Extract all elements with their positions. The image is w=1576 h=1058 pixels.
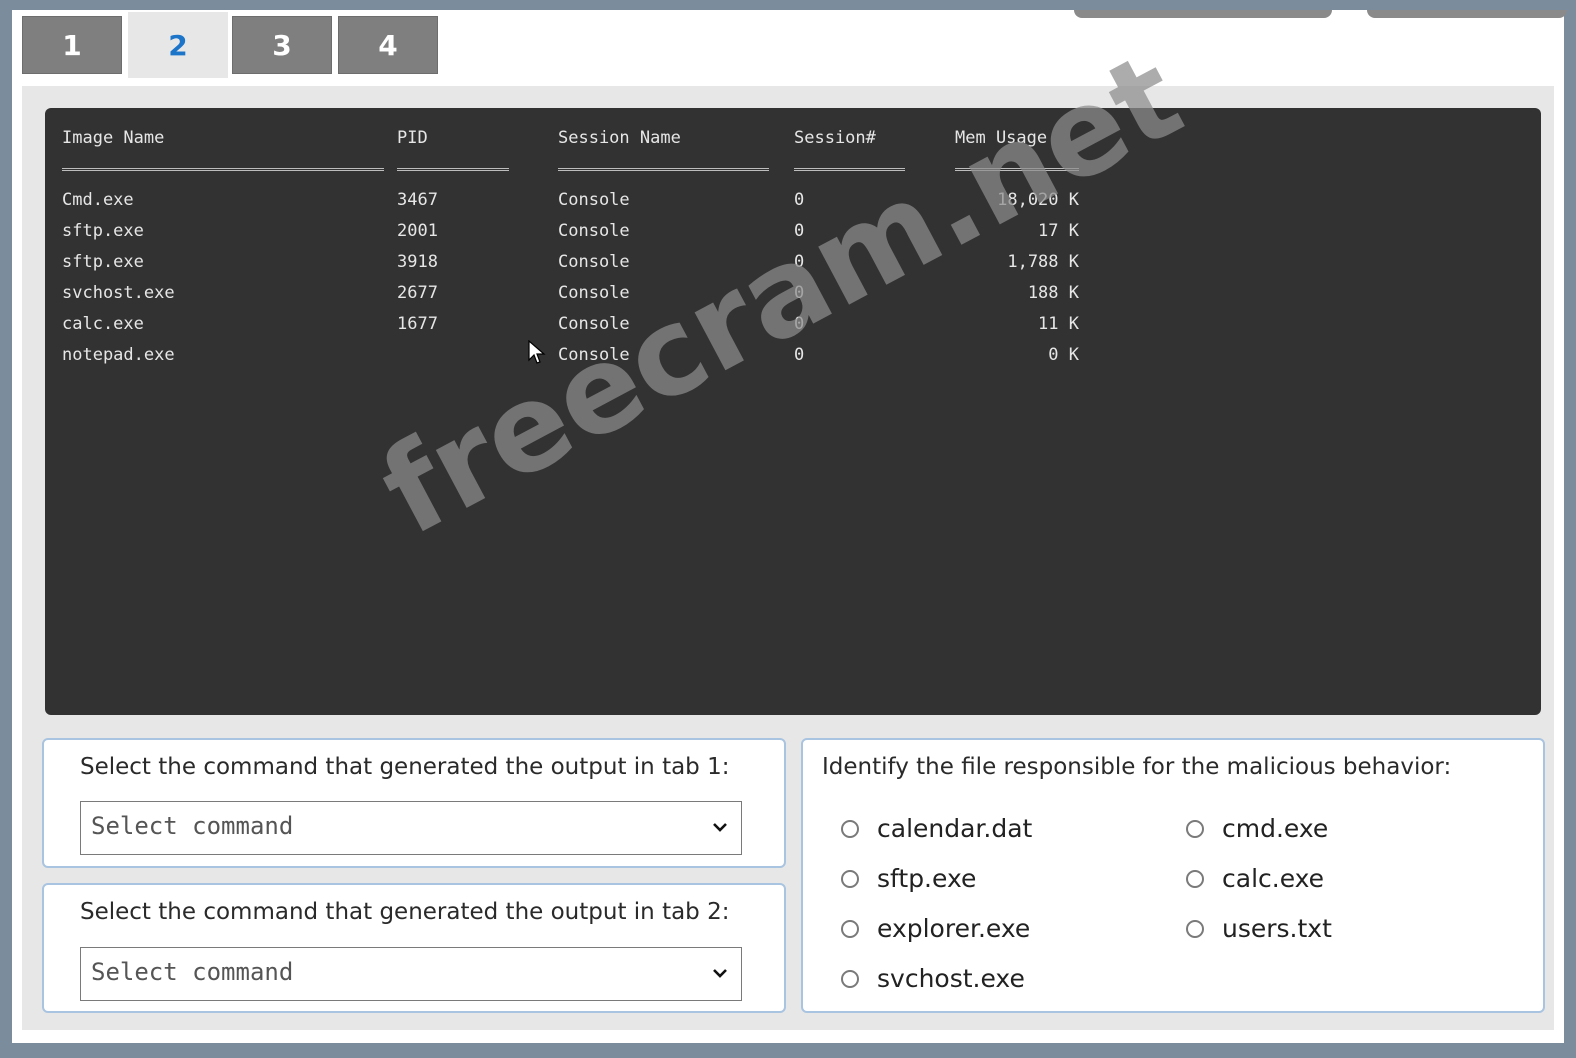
radio-button[interactable]	[1186, 869, 1204, 888]
option-cmd-exe[interactable]: cmd.exe	[1186, 814, 1328, 843]
row-pid: 3467	[397, 190, 438, 210]
row-session-name: Console	[558, 314, 630, 334]
header-pid: PID	[397, 128, 428, 148]
radio-button[interactable]	[841, 819, 859, 838]
option-calc-exe[interactable]: calc.exe	[1186, 864, 1324, 893]
option-label: users.txt	[1222, 914, 1332, 943]
separator	[794, 168, 905, 171]
row-pid: 2677	[397, 283, 438, 303]
option-svchost-exe[interactable]: svchost.exe	[841, 964, 1025, 993]
row-session-num: 0	[794, 252, 805, 272]
header-session-name: Session Name	[558, 128, 681, 148]
option-label: calc.exe	[1222, 864, 1325, 893]
header-image-name: Image Name	[62, 128, 165, 148]
separator	[62, 168, 384, 171]
question-1-panel: Select the command that generated the ou…	[42, 738, 786, 868]
select-value: Select command	[91, 958, 294, 986]
option-label: calendar.dat	[877, 814, 1033, 843]
radio-button[interactable]	[1186, 819, 1204, 838]
top-control-right[interactable]	[1367, 10, 1567, 18]
option-label: svchost.exe	[877, 964, 1025, 993]
radio-button[interactable]	[841, 919, 859, 938]
separator	[558, 168, 769, 171]
row-image: svchost.exe	[62, 283, 175, 303]
row-session-num: 0	[794, 190, 805, 210]
row-mem: 1,788 K	[1007, 252, 1079, 272]
row-session-name: Console	[558, 252, 630, 272]
row-session-num: 0	[794, 314, 805, 334]
row-pid: 3918	[397, 252, 438, 272]
header-mem-usage: Mem Usage	[955, 128, 1048, 148]
option-label: cmd.exe	[1222, 814, 1329, 843]
question-3-panel: Identify the file responsible for the ma…	[801, 738, 1545, 1013]
tab-1[interactable]: 1	[22, 16, 122, 74]
row-pid: 2001	[397, 221, 438, 241]
row-pid: 1677	[397, 314, 438, 334]
question-2-prompt: Select the command that generated the ou…	[80, 899, 730, 925]
radio-button[interactable]	[841, 869, 859, 888]
tab-4[interactable]: 4	[338, 16, 438, 74]
question-3-prompt: Identify the file responsible for the ma…	[822, 754, 1452, 780]
option-label: sftp.exe	[877, 864, 977, 893]
mouse-pointer-icon	[528, 339, 546, 370]
row-session-num: 0	[794, 283, 805, 303]
terminal-output: Image Name PID Session Name Session# Mem…	[45, 108, 1541, 715]
option-label: explorer.exe	[877, 914, 1031, 943]
row-session-name: Console	[558, 283, 630, 303]
chevron-down-icon	[711, 814, 729, 846]
header-session-num: Session#	[794, 128, 876, 148]
separator	[955, 168, 1079, 171]
question-2-panel: Select the command that generated the ou…	[42, 883, 786, 1013]
row-image: calc.exe	[62, 314, 144, 334]
row-image: Cmd.exe	[62, 190, 134, 210]
row-mem: 0 K	[1048, 345, 1079, 365]
radio-button[interactable]	[1186, 919, 1204, 938]
row-mem: 18,020 K	[997, 190, 1079, 210]
select-value: Select command	[91, 812, 294, 840]
option-sftp-exe[interactable]: sftp.exe	[841, 864, 976, 893]
command-select-tab1[interactable]: Select command	[80, 801, 742, 855]
row-session-name: Console	[558, 345, 630, 365]
tab-3[interactable]: 3	[232, 16, 332, 74]
tab-2[interactable]: 2	[128, 12, 228, 78]
row-session-num: 0	[794, 221, 805, 241]
question-1-prompt: Select the command that generated the ou…	[80, 754, 730, 780]
row-image: sftp.exe	[62, 252, 144, 272]
row-mem: 17 K	[1038, 221, 1079, 241]
row-session-name: Console	[558, 190, 630, 210]
row-mem: 11 K	[1038, 314, 1079, 334]
top-control-left[interactable]	[1074, 10, 1332, 18]
row-session-num: 0	[794, 345, 805, 365]
row-image: notepad.exe	[62, 345, 175, 365]
option-users-txt[interactable]: users.txt	[1186, 914, 1332, 943]
row-image: sftp.exe	[62, 221, 144, 241]
chevron-down-icon	[711, 960, 729, 992]
separator	[397, 168, 509, 171]
row-mem: 188 K	[1027, 283, 1079, 303]
option-explorer-exe[interactable]: explorer.exe	[841, 914, 1030, 943]
option-calendar-dat[interactable]: calendar.dat	[841, 814, 1032, 843]
radio-button[interactable]	[841, 969, 859, 988]
row-session-name: Console	[558, 221, 630, 241]
command-select-tab2[interactable]: Select command	[80, 947, 742, 1001]
